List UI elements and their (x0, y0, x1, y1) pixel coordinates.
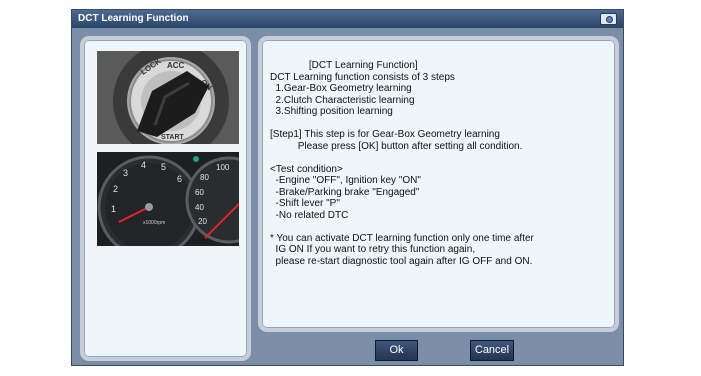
instruction-line: 1.Gear-Box Geometry learning (270, 83, 412, 94)
ok-button[interactable]: Ok (375, 340, 418, 361)
tach-number-4: 4 (141, 160, 146, 170)
instruction-line: Please press [OK] button after setting a… (270, 140, 523, 152)
temp-number-100: 100 (216, 163, 230, 172)
instruction-line: 3.Shifting position learning (270, 106, 393, 117)
instructions-panel: [DCT Learning Function] DCT Learning func… (258, 36, 619, 332)
tach-number-3: 3 (123, 168, 128, 178)
instruction-line (270, 118, 615, 130)
key-label-acc: ACC (167, 61, 185, 70)
instrument-cluster-image: 1 2 3 4 5 6 x1000rpm 100 80 60 40 20 (97, 152, 239, 246)
image-panel: LOCK ACC ON START 1 2 3 4 5 6 x1000rpm (80, 36, 251, 361)
instructions-text: [DCT Learning Function] DCT Learning func… (270, 60, 615, 267)
instruction-line: 2.Clutch Characteristic learning (270, 94, 415, 106)
temp-number-80: 80 (200, 173, 209, 182)
cancel-button[interactable]: Cancel (470, 340, 514, 361)
tach-number-5: 5 (161, 162, 166, 172)
instruction-line: -Brake/Parking brake "Engaged" (270, 186, 420, 198)
instruction-line: * You can activate DCT learning function… (270, 232, 534, 244)
instruction-line (270, 221, 615, 233)
key-label-start: START (161, 134, 185, 141)
tach-number-2: 2 (113, 184, 118, 194)
ignition-key-image: LOCK ACC ON START (97, 51, 239, 144)
temp-number-40: 40 (195, 203, 204, 212)
tach-number-6: 6 (177, 174, 182, 184)
title-bar: DCT Learning Function (72, 10, 623, 28)
dct-learning-dialog: DCT Learning Function LOCK ACC ON START (71, 9, 624, 366)
instruction-line: DCT Learning function consists of 3 step… (270, 71, 455, 83)
tach-number-1: 1 (111, 204, 116, 214)
instruction-line: -Engine "OFF", Ignition key "ON" (270, 175, 421, 186)
window-title: DCT Learning Function (78, 13, 189, 24)
instruction-line (270, 152, 615, 164)
temp-number-20: 20 (198, 217, 207, 226)
instruction-line: -Shift lever "P" (270, 198, 340, 209)
camera-icon[interactable] (600, 13, 617, 25)
instruction-line: -No related DTC (270, 209, 349, 221)
instruction-line: IG ON If you want to retry this function… (270, 244, 476, 255)
tach-unit: x1000rpm (143, 220, 165, 226)
instruction-line: <Test condition> (270, 163, 343, 175)
temp-number-60: 60 (195, 188, 204, 197)
instruction-line: [Step1] This step is for Gear-Box Geomet… (270, 129, 500, 140)
instruction-line: [DCT Learning Function] (270, 60, 418, 71)
instruction-line: please re-start diagnostic tool again af… (270, 255, 533, 267)
